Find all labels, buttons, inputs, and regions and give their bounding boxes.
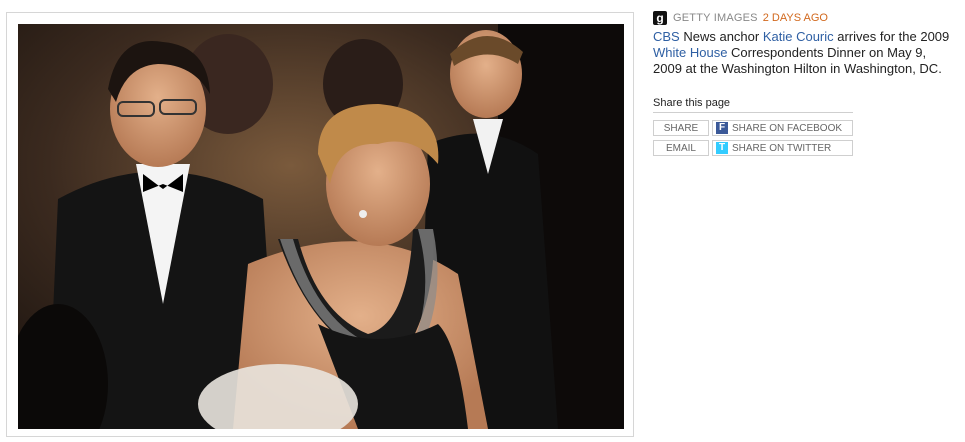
event-photo[interactable] [18,24,624,429]
age-label: 2 DAYS AGO [762,12,828,24]
twitter-icon: t [716,142,728,154]
white-house-link[interactable]: White House [653,45,727,60]
share-facebook-button[interactable]: f SHARE ON FACEBOOK [712,120,853,136]
share-twitter-button[interactable]: t SHARE ON TWITTER [712,140,853,156]
katie-couric-link[interactable]: Katie Couric [763,29,834,44]
share-facebook-label: SHARE ON FACEBOOK [732,122,843,134]
share-row-1: SHARE f SHARE ON FACEBOOK [653,120,958,136]
share-row-2: EMAIL t SHARE ON TWITTER [653,140,958,156]
share-heading: Share this page [653,97,853,113]
source-row: g GETTY IMAGES 2 DAYS AGO [653,10,958,26]
facebook-icon: f [716,122,728,134]
email-button[interactable]: EMAIL [653,140,709,156]
cbs-link[interactable]: CBS [653,29,680,44]
getty-logo-icon: g [653,11,667,25]
photo-meta: g GETTY IMAGES 2 DAYS AGO CBS News ancho… [653,10,958,160]
caption-text-1: News anchor [679,29,763,44]
photo-frame [6,12,634,437]
caption-text-2: arrives for the 2009 [833,29,950,44]
photo-caption: CBS News anchor Katie Couric arrives for… [653,29,958,77]
share-button[interactable]: SHARE [653,120,709,136]
share-buttons: SHARE f SHARE ON FACEBOOK EMAIL t SHARE … [653,120,958,156]
photo-illustration [18,24,624,429]
source-name: GETTY IMAGES [673,12,758,24]
share-twitter-label: SHARE ON TWITTER [732,142,832,154]
